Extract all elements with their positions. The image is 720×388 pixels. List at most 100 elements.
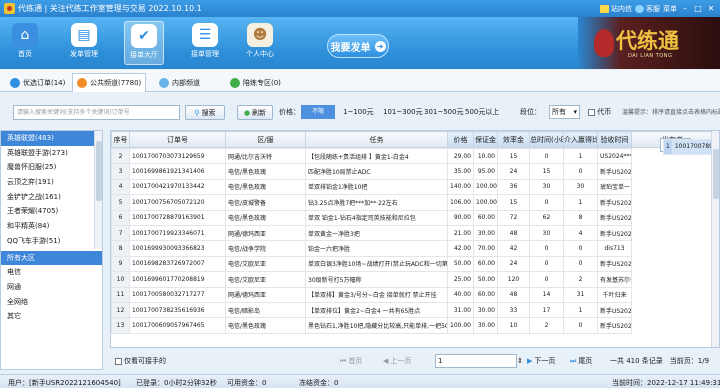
column-header[interactable]: 效率金 xyxy=(497,131,530,148)
table-cell: 30.00 xyxy=(473,317,498,334)
column-header[interactable]: 订单号 xyxy=(129,131,226,148)
sidebar-game-item[interactable]: 英雄联盟手游(273) xyxy=(1,146,102,161)
table-row[interactable]: 8 1001699930093366823 电信/战争学院 铂金一六把净胜 42.00 7… xyxy=(111,240,714,257)
sidebar-server-item[interactable]: 所有大区 xyxy=(1,250,102,266)
column-header[interactable]: 保证金 xyxy=(473,131,498,148)
last-page-button[interactable]: ⏭ 尾页 xyxy=(570,354,592,368)
sidebar-game-item[interactable]: 魔兽怀旧服(25) xyxy=(1,160,102,175)
table-row[interactable]: 11001700789152539016电信/黑色玫瑰单双排 白金3-钻石4（已… xyxy=(660,138,719,156)
table-cell: 2 xyxy=(111,147,130,165)
prev-page-button[interactable]: ◀ 上一页 xyxy=(383,354,411,368)
channel-tabs: 优选订单(14) 公共频道(7780) 内部频道 陪练专区(0) xyxy=(0,70,720,92)
sidebar-server-item[interactable]: 其它 xyxy=(1,309,102,324)
nav-publish-manage[interactable]: ▤ 发单管理 xyxy=(64,21,104,65)
table-cell: 36 xyxy=(497,178,530,196)
title-bar: 代练通 | 关注代练工作室管理与交易 2022.10.10.1 站内信 客服 菜… xyxy=(0,0,720,17)
table-row[interactable]: 5 1001700756705072120 电信/皮城警备 钻3.25点净胜7把***… xyxy=(111,194,714,211)
sidebar-game-item[interactable]: 金铲铲之战(161) xyxy=(1,190,102,205)
sidebar-game-item[interactable]: 和平精英(84) xyxy=(1,219,102,234)
broadcast-icon xyxy=(77,78,87,88)
close-icon[interactable]: ✕ xyxy=(706,4,716,14)
table-scrollbar[interactable] xyxy=(711,131,719,347)
table-row[interactable]: 7 1001700719923346071 网通/德玛西亚 单双黄金一净胜3把 21.0… xyxy=(111,224,714,242)
column-header[interactable]: 总时间(小时) xyxy=(529,131,564,148)
table-row[interactable]: 9 1001698283726972007 电信/艾欧尼亚 单双白银3净胜10场~战绩… xyxy=(111,255,714,273)
table-row[interactable]: 2 1001700703073129659 网通/比尔吉沃特 【包段随练+贵活组排 】… xyxy=(111,147,714,165)
table-cell: 单双黄金一净胜3把 xyxy=(305,224,448,242)
table-row[interactable]: 13 1001700609057967465 电信/黑色玫瑰 黑色钻石1,净胜10把,… xyxy=(111,317,714,334)
status-user: 用户：[新手USR2022121604540] xyxy=(8,379,121,387)
tab-preferred[interactable]: 优选订单(14) xyxy=(6,73,69,92)
table-cell: 17 xyxy=(529,301,564,319)
sidebar-game-item[interactable]: QQ飞车手游(51) xyxy=(1,234,102,249)
column-header[interactable]: 任务 xyxy=(305,131,448,148)
nav-profile[interactable]: ☻ 个人中心 xyxy=(240,21,280,65)
sidebar-scrollbar[interactable] xyxy=(94,131,102,249)
table-row[interactable]: 10 1001699601770208819 电信/艾欧尼亚 30级新号打5万幅称 25… xyxy=(111,271,714,288)
column-header[interactable]: 序号 xyxy=(111,131,130,148)
table-row[interactable]: 6 1001700728879163901 电信/黑色玫瑰 单双 铂金1-钻石4指定司… xyxy=(111,209,714,226)
sidebar-game-item[interactable]: 云顶之弈(191) xyxy=(1,175,102,190)
table-cell: 50.00 xyxy=(447,255,474,273)
tab-internal[interactable]: 内部频道 xyxy=(155,73,204,92)
price-option-101-300[interactable]: 101~300元 xyxy=(383,107,423,117)
table-cell: 电信/黑色玫瑰 xyxy=(225,178,306,196)
nav-order-hall[interactable]: ✔ 接单大厅 xyxy=(124,21,164,65)
sidebar-game-item[interactable]: 英雄联盟(483) xyxy=(1,131,102,146)
column-header[interactable]: 区/服 xyxy=(225,131,306,148)
prev-page-label: 上一页 xyxy=(390,357,412,365)
table-row[interactable]: 3 1001699861921341406 电信/黑色玫瑰 匹配净胜10局禁止ADC 3… xyxy=(111,163,714,180)
minimize-icon[interactable]: – xyxy=(680,4,690,14)
tab-companion[interactable]: 陪练专区(0) xyxy=(226,73,285,92)
table-cell: 0 xyxy=(529,271,564,288)
price-option-any[interactable]: 不限 xyxy=(301,105,335,119)
table-cell: 新手US20221001204100 xyxy=(597,255,632,273)
table-cell: 100.00 xyxy=(473,194,498,211)
price-option-301-500[interactable]: 301~500元 xyxy=(424,107,464,117)
refresh-button[interactable]: ● 刷新 xyxy=(237,105,273,120)
sidebar-server-item[interactable]: 网通 xyxy=(1,280,102,295)
rank-select[interactable]: 所有 ▾ xyxy=(549,105,580,119)
nav-home[interactable]: ⌂ 首页 xyxy=(5,21,45,65)
next-page-button[interactable]: ▶ 下一页 xyxy=(527,354,555,368)
first-page-button[interactable]: ⏮ 首页 xyxy=(340,354,362,368)
menu-button[interactable]: 菜单 xyxy=(663,4,677,14)
table-cell: 100.00 xyxy=(473,178,498,196)
search-input[interactable]: 请输入搜索关键词(支持多个关键词)订单号 xyxy=(13,105,180,120)
sidebar-game-item[interactable]: 王者荣耀(4705) xyxy=(1,204,102,219)
table-cell: 48 xyxy=(497,224,530,242)
sidebar-server-item[interactable]: 全网络 xyxy=(1,295,102,310)
nav-home-label: 首页 xyxy=(18,50,32,58)
table-cell: 2 xyxy=(563,271,598,288)
table-cell: 1001700738235616936 xyxy=(129,301,226,319)
inbox-button[interactable]: 站内信 xyxy=(600,4,632,14)
price-option-1-100[interactable]: 1~100元 xyxy=(343,107,374,117)
table-row[interactable]: 11 1001700580032717277 网通/德玛西亚 【单双排】黄金3/号分~… xyxy=(111,286,714,303)
table-scroll-thumb[interactable] xyxy=(713,149,719,199)
sidebar-scroll-thumb[interactable] xyxy=(96,141,102,201)
tab-public[interactable]: 公共频道(7780) xyxy=(72,73,147,92)
nav-take-manage[interactable]: ☰ 接单管理 xyxy=(185,21,225,65)
table-cell: 新手US20220725074907 xyxy=(597,163,632,180)
sidebar-server-item[interactable]: 电信 xyxy=(1,265,102,280)
brand-subtitle: DAI LIAN TONG xyxy=(628,53,673,59)
table-cell: 1 xyxy=(563,194,598,211)
column-header[interactable]: 介入赢得比 xyxy=(563,131,598,148)
publish-order-button[interactable]: 我要发单 ➜ xyxy=(327,34,389,58)
page-input-value: 1 xyxy=(438,357,443,365)
page-input[interactable]: 1 xyxy=(435,354,517,368)
table-cell: 钻3.25点净胜7把***加**·22左右 xyxy=(305,194,448,211)
table-row[interactable]: 4 1001700421970133442 电信/黑色玫瑰 单双排铂金1净胜10把 14… xyxy=(111,178,714,196)
page-spinner[interactable]: ⇕ xyxy=(517,354,523,368)
column-header[interactable]: 验收时间 xyxy=(597,131,632,148)
service-button[interactable]: 客服 xyxy=(635,4,660,14)
proxy-checkbox[interactable]: 代币 xyxy=(588,107,611,117)
price-option-500plus[interactable]: 500元以上 xyxy=(465,107,499,117)
search-button[interactable]: ⚲ 搜索 xyxy=(185,105,225,120)
first-page-label: 首页 xyxy=(348,357,363,365)
column-header[interactable]: 价格 xyxy=(447,131,474,148)
status-time: 当前时间：2022-12-17 11:49:31 xyxy=(612,379,720,387)
table-row[interactable]: 12 1001700738235616936 电信/暗影岛 【单双排位】黄金2~白金4… xyxy=(111,301,714,319)
maximize-icon[interactable]: □ xyxy=(693,4,703,14)
only-available-checkbox[interactable]: 仅看可接手的 xyxy=(115,354,166,368)
